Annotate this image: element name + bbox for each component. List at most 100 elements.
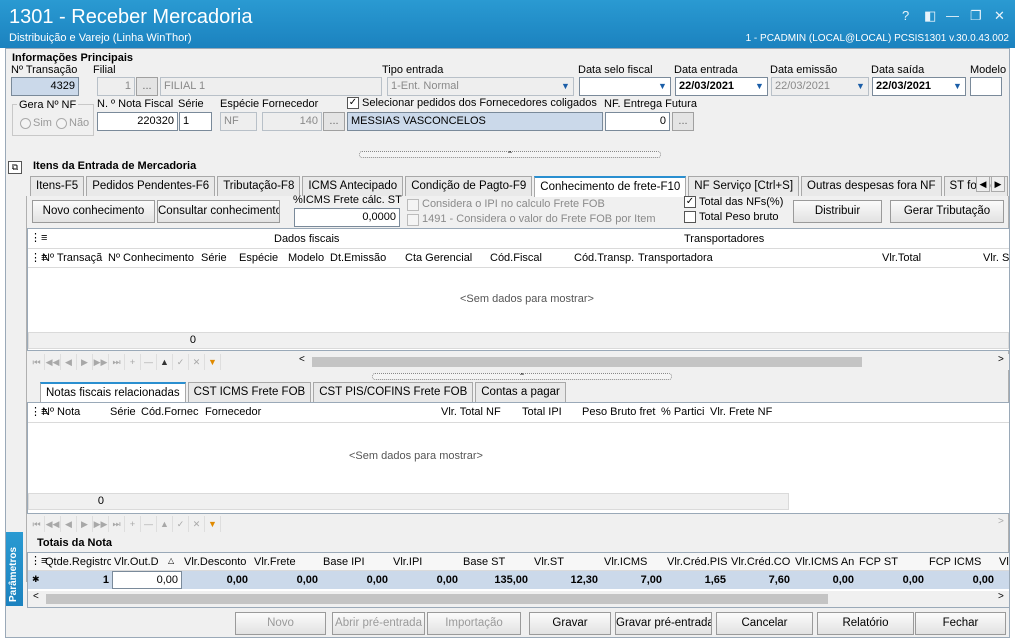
consultar-conhecimento-button[interactable]: Consultar conhecimento <box>157 200 280 223</box>
col-header[interactable]: Peso Bruto fret <box>582 406 655 418</box>
data-saida-field[interactable]: 22/03/2021 ▼ <box>872 77 966 96</box>
nf-entrega-lookup-button[interactable]: ... <box>672 112 694 131</box>
col-header[interactable]: Vlr.Créd.PIS <box>667 556 728 568</box>
selecionar-pedidos-checkbox[interactable]: ✓ <box>347 97 359 109</box>
conhecimento-grid[interactable]: ⋮≡ Dados fiscais Transportadores ⋮≡ Nº T… <box>27 228 1010 351</box>
data-emissao-field[interactable]: 22/03/2021 ▼ <box>771 77 869 96</box>
tabs-next-icon[interactable]: ▶ <box>991 176 1005 192</box>
insert-icon[interactable]: + <box>125 354 141 370</box>
col-header[interactable]: Vl <box>999 556 1009 568</box>
tab-cst-icms[interactable]: CST ICMS Frete FOB <box>187 382 312 402</box>
next-record-icon[interactable]: ▶ <box>77 354 93 370</box>
gravar-button[interactable]: Gravar <box>529 612 611 635</box>
tab-outras-despesas[interactable]: Outras despesas fora NF <box>801 176 942 196</box>
col-header[interactable]: FCP ST <box>859 556 898 568</box>
radio-nao[interactable] <box>56 118 67 129</box>
col-header[interactable]: Qtde.Registro <box>45 556 111 568</box>
table-cell[interactable]: 0,00 <box>112 574 178 586</box>
total-peso-checkbox[interactable] <box>684 211 696 223</box>
splitter-middle[interactable]: ⌃ <box>372 373 672 381</box>
grid1-hscroll[interactable] <box>294 354 1009 370</box>
tab-nf-servico[interactable]: NF Serviço [Ctrl+S] <box>688 176 800 196</box>
next-page-icon[interactable]: ▶▶ <box>93 354 109 370</box>
next-page-icon[interactable]: ▶▶ <box>93 516 109 532</box>
col-header[interactable]: Cód.Fornec <box>141 406 198 418</box>
sort-icon[interactable]: △ <box>168 556 174 565</box>
table-cell[interactable]: 0,00 <box>252 574 318 586</box>
col-header[interactable]: Vlr.Frete <box>254 556 296 568</box>
last-record-icon[interactable]: ⏭ <box>109 516 125 532</box>
col-header[interactable]: Vlr.IPI <box>393 556 422 568</box>
tab-notas-fiscais[interactable]: Notas fiscais relacionadas <box>40 382 186 403</box>
col-header[interactable]: % Partici <box>661 406 704 418</box>
relatorio-button[interactable]: Relatório <box>817 612 914 635</box>
prev-page-icon[interactable]: ◀◀ <box>45 354 61 370</box>
gravar-pre-entrada-button[interactable]: Gravar pré-entrada <box>615 612 712 635</box>
delete-icon[interactable]: — <box>141 516 157 532</box>
first-record-icon[interactable]: ⏮ <box>29 516 45 532</box>
importacao-button[interactable]: Importação <box>427 612 521 635</box>
tab-icms-antecipado[interactable]: ICMS Antecipado <box>302 176 404 196</box>
abrir-pre-entrada-button[interactable]: Abrir pré-entrada <box>332 612 425 635</box>
col-header[interactable]: Base IPI <box>323 556 365 568</box>
table-cell[interactable]: 7,00 <box>602 574 662 586</box>
tab-condicao-pagto[interactable]: Condição de Pagto-F9 <box>405 176 533 196</box>
table-cell[interactable]: 0,00 <box>928 574 994 586</box>
scroll-right-icon[interactable]: > <box>998 354 1004 365</box>
transacao-field[interactable]: 4329 <box>11 77 79 96</box>
scroll-right-icon[interactable]: > <box>998 516 1004 527</box>
cancelar-button[interactable]: Cancelar <box>716 612 813 635</box>
chevron-down-icon[interactable]: ▼ <box>950 78 965 95</box>
scroll-left-icon[interactable]: < <box>33 591 39 602</box>
col-header[interactable]: Cód.Fiscal <box>490 252 542 264</box>
prev-record-icon[interactable]: ◀ <box>61 516 77 532</box>
col-header[interactable]: Vlr. Frete NF <box>710 406 772 418</box>
col-header[interactable]: Vlr.ICMS An <box>795 556 855 568</box>
col-header[interactable]: Vlr.Out.D <box>114 556 168 568</box>
data-selo-field[interactable]: ▼ <box>579 77 671 96</box>
data-entrada-field[interactable]: 22/03/2021 ▼ <box>675 77 768 96</box>
totais-hscroll[interactable] <box>28 591 1009 607</box>
col-header[interactable]: Cta Gerencial <box>405 252 472 264</box>
radio-sim[interactable] <box>20 118 31 129</box>
col-header[interactable]: Série <box>201 252 227 264</box>
table-cell[interactable]: 0,00 <box>182 574 248 586</box>
table-cell[interactable]: 0,00 <box>858 574 924 586</box>
col-header[interactable]: Vlr.Créd.CO <box>731 556 790 568</box>
scroll-left-icon[interactable]: < <box>299 354 305 365</box>
prev-page-icon[interactable]: ◀◀ <box>45 516 61 532</box>
col-header[interactable]: Nº Conhecimento <box>108 252 194 264</box>
chevron-down-icon[interactable]: ▼ <box>655 78 670 95</box>
filial-lookup-button[interactable]: ... <box>136 77 158 96</box>
splitter-top[interactable]: ⌃ <box>359 151 661 159</box>
tab-conhecimento-frete[interactable]: Conhecimento de frete-F10 <box>534 176 687 197</box>
col-header[interactable]: Série <box>110 406 136 418</box>
grid-menu-icon[interactable]: ⋮≡ <box>30 231 47 244</box>
fornecedor-lookup-button[interactable]: ... <box>323 112 345 131</box>
col-header[interactable]: Modelo <box>288 252 324 264</box>
icms-frete-field[interactable]: 0,0000 <box>294 208 400 227</box>
novo-conhecimento-button[interactable]: Novo conhecimento <box>32 200 155 223</box>
scroll-right-icon[interactable]: > <box>998 591 1004 602</box>
distribuir-button[interactable]: Distribuir <box>793 200 882 223</box>
tabs-prev-icon[interactable]: ◀ <box>976 176 990 192</box>
chevron-down-icon[interactable]: ▼ <box>558 78 573 95</box>
col-header[interactable]: Total IPI <box>522 406 562 418</box>
restore-icon[interactable]: ❐ <box>970 8 982 24</box>
first-record-icon[interactable]: ⏮ <box>29 354 45 370</box>
tab-pedidos-pendentes[interactable]: Pedidos Pendentes-F6 <box>86 176 216 196</box>
filter-icon[interactable]: ▼ <box>205 354 221 370</box>
tab-tributacao[interactable]: Tributação-F8 <box>217 176 301 196</box>
prev-record-icon[interactable]: ◀ <box>61 354 77 370</box>
novo-button[interactable]: Novo <box>235 612 326 635</box>
col-header[interactable]: Vlr.Total <box>882 252 921 264</box>
filter-icon[interactable]: ▼ <box>205 516 221 532</box>
col-header[interactable]: Transportadora <box>638 252 713 264</box>
frete-fob-item-checkbox[interactable] <box>407 214 419 226</box>
tipo-entrada-select[interactable]: 1-Ent. Normal ▼ <box>387 77 574 96</box>
col-header[interactable]: FCP ICMS <box>929 556 981 568</box>
check-icon[interactable]: ✓ <box>173 516 189 532</box>
filial-code-field[interactable]: 1 <box>97 77 135 96</box>
tab-cst-pis-cofins[interactable]: CST PIS/COFINS Frete FOB <box>313 382 474 402</box>
chevron-down-icon[interactable]: ▼ <box>752 78 767 95</box>
